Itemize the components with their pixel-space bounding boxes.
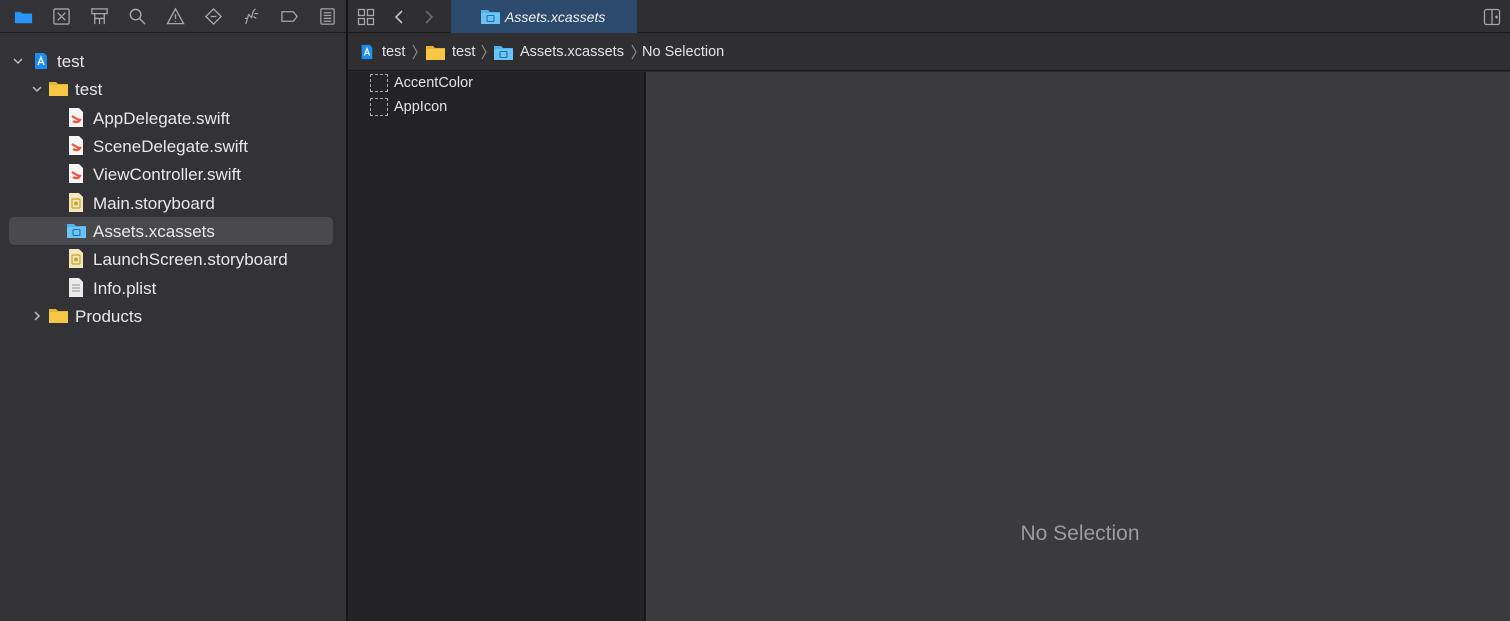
tree-row-file[interactable]: ViewController.swift [0,160,346,188]
chevron-right-icon[interactable] [30,309,44,323]
tree-row-project[interactable]: test [0,47,346,75]
source-control-navigator-tab[interactable] [43,0,81,33]
storyboard-icon [68,193,86,212]
tree-row-file[interactable]: Main.storyboard [0,189,346,217]
breadcrumb-file[interactable]: Assets.xcassets [494,33,624,71]
folder-icon [426,45,445,60]
source-control-icon [53,7,71,25]
storyboard-icon [68,249,86,268]
tree-row-file[interactable]: Info.plist [0,274,346,302]
grid-icon [357,8,375,25]
breakpoint-navigator-tab[interactable] [270,0,308,33]
tree-row-file[interactable]: SceneDelegate.swift [0,132,346,160]
navigator-toolbar [0,0,346,33]
chevron-down-icon[interactable] [11,54,25,68]
issue-navigator-tab[interactable] [157,0,195,33]
forward-button[interactable] [414,0,442,33]
breadcrumb-project[interactable]: test [359,33,405,71]
back-button[interactable] [386,0,414,33]
app-icon-set-icon [370,98,388,116]
swift-file-icon [68,164,86,183]
test-navigator-tab[interactable] [194,0,232,33]
chevron-right-icon [481,44,487,60]
tree-label: LaunchScreen.storyboard [93,250,288,269]
find-icon [129,8,146,25]
tree-label: Assets.xcassets [93,222,215,241]
breadcrumb-group[interactable]: test [426,33,475,71]
jump-bar: test test Assets.xcassets No Selection [348,33,1510,71]
symbol-navigator-tab[interactable] [81,0,119,33]
tree-row-group[interactable]: test [0,75,346,103]
tree-label: Main.storyboard [93,194,215,213]
report-icon [319,7,335,25]
split-editor-icon [1483,8,1501,25]
assets-folder-icon [481,10,500,24]
folder-icon [49,80,68,98]
tab-assets-xcassets[interactable]: Assets.xcassets [451,0,637,33]
project-navigator-tab[interactable] [5,0,43,33]
asset-item-accentcolor[interactable]: AccentColor [370,72,473,94]
breadcrumb-selection[interactable]: No Selection [642,33,724,71]
color-set-icon [370,74,388,92]
asset-label: AppIcon [394,99,448,115]
breadcrumb-label: test [452,44,476,60]
tree-label: Info.plist [93,279,157,298]
breadcrumb-label: test [382,44,406,60]
chevron-right-icon [412,44,418,60]
asset-item-appicon[interactable]: AppIcon [370,96,447,118]
editor-tab-bar: Assets.xcassets [348,0,1510,33]
asset-label: AccentColor [394,75,473,91]
assets-folder-icon [67,222,86,240]
debug-navigator-tab[interactable] [232,0,270,33]
breadcrumb-label: Assets.xcassets [520,44,624,60]
tree-label: SceneDelegate.swift [93,137,248,156]
project-icon [361,44,373,60]
related-items-button[interactable] [352,0,380,33]
find-navigator-tab[interactable] [119,0,157,33]
tree-row-group[interactable]: Products [0,302,346,330]
symbol-icon [91,7,108,24]
chevron-right-icon [425,9,434,24]
test-icon [204,7,222,25]
project-navigator: test test AppDelegate.swift SceneDelegat… [0,0,346,621]
breakpoint-icon [280,10,298,22]
folder-icon [15,11,33,23]
asset-detail-area: No Selection [646,72,1510,621]
debug-icon [244,7,258,24]
breadcrumb-label: No Selection [642,44,725,60]
tree-label: test [57,52,85,71]
tab-label: Assets.xcassets [505,8,606,25]
empty-state-label: No Selection [1020,522,1140,545]
assets-folder-icon [494,45,513,60]
tree-label: AppDelegate.swift [93,109,231,128]
tree-row-file[interactable]: LaunchScreen.storyboard [0,245,346,273]
swift-file-icon [68,136,86,155]
tree-label: Products [75,307,143,326]
tree-row-selected[interactable]: Assets.xcassets [9,217,333,245]
chevron-down-icon[interactable] [30,82,44,96]
folder-icon [49,307,68,325]
tree-label: ViewController.swift [93,165,242,184]
issue-icon [166,7,185,24]
swift-file-icon [68,108,86,127]
project-icon [32,52,50,70]
add-editor-button[interactable] [1478,0,1506,33]
tree-row-file[interactable]: AppDelegate.swift [0,104,346,132]
tree-label: test [75,80,103,99]
report-navigator-tab[interactable] [308,0,346,33]
chevron-right-icon [631,44,637,60]
plist-icon [68,278,86,297]
chevron-left-icon [394,9,403,24]
asset-catalog-outline: AccentColor AppIcon [348,72,644,621]
